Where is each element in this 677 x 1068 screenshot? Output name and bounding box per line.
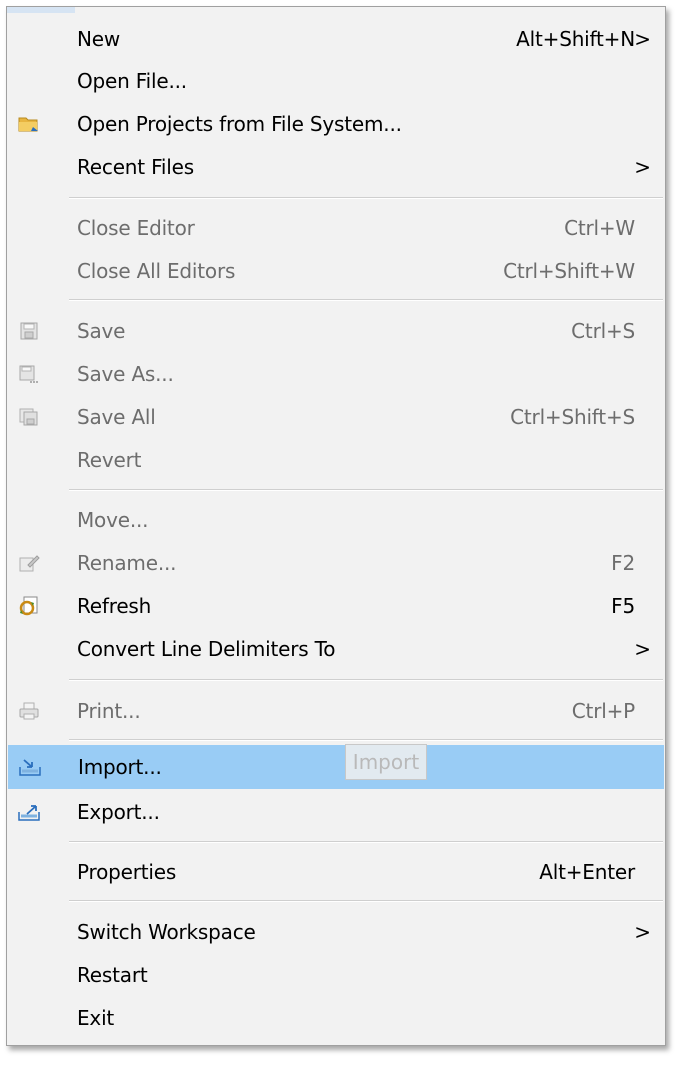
menu-item-shortcut: Ctrl+W [564, 216, 635, 240]
menu-item-shortcut: Alt+Enter [539, 860, 635, 884]
menu-item-shortcut: F2 [611, 551, 635, 575]
menu-item-open-projects[interactable]: Open Projects from File System... [7, 102, 665, 146]
menu-item-close-editor[interactable]: Close Editor Ctrl+W [7, 206, 665, 250]
menu-separator [69, 739, 663, 741]
menu-item-shortcut: Ctrl+P [571, 699, 635, 723]
submenu-arrow-icon: > [634, 27, 651, 51]
menu-item-new[interactable]: New Alt+Shift+N > [7, 17, 665, 61]
menu-item-label: Move... [77, 508, 149, 532]
menu-item-recent-files[interactable]: Recent Files > [7, 145, 665, 189]
submenu-arrow-icon: > [634, 155, 651, 179]
export-icon [17, 801, 41, 823]
menu-separator [69, 197, 663, 199]
rename-icon [17, 552, 41, 574]
menu-item-label: Print... [77, 699, 141, 723]
save-as-icon [17, 363, 41, 385]
menu-item-import[interactable]: Import... [8, 745, 664, 789]
menu-item-shortcut: Ctrl+Shift+W [503, 259, 635, 283]
submenu-arrow-icon: > [634, 637, 651, 661]
menu-item-shortcut: Ctrl+Shift+S [510, 405, 635, 429]
menu-item-shortcut: F5 [611, 594, 635, 618]
menu-item-revert[interactable]: Revert [7, 438, 665, 482]
menu-item-save-all[interactable]: Save All Ctrl+Shift+S [7, 395, 665, 439]
menu-item-export[interactable]: Export... [7, 790, 665, 834]
menu-item-move[interactable]: Move... [7, 498, 665, 542]
menu-item-label: Switch Workspace [77, 920, 256, 944]
menu-item-label: Save As... [77, 362, 174, 386]
menu-item-label: Open Projects from File System... [77, 112, 402, 136]
menu-item-properties[interactable]: Properties Alt+Enter [7, 850, 665, 894]
menu-item-label: Save [77, 319, 126, 343]
menu-item-rename[interactable]: Rename... F2 [7, 541, 665, 585]
menu-separator [69, 299, 663, 301]
menu-item-label: Restart [77, 963, 148, 987]
menu-item-label: Refresh [77, 594, 152, 618]
menu-item-label: Import... [78, 755, 162, 779]
menu-corner-accent [7, 7, 75, 13]
menu-item-label: Properties [77, 860, 177, 884]
menu-item-label: Exit [77, 1006, 115, 1030]
menu-item-open-file[interactable]: Open File... [7, 59, 665, 103]
refresh-icon [17, 595, 41, 617]
menu-item-restart[interactable]: Restart [7, 953, 665, 997]
menu-separator [69, 489, 663, 491]
menu-item-close-all-editors[interactable]: Close All Editors Ctrl+Shift+W [7, 249, 665, 293]
save-all-icon [17, 406, 41, 428]
menu-item-refresh[interactable]: Refresh F5 [7, 584, 665, 628]
menu-item-label: Open File... [77, 69, 187, 93]
menu-item-shortcut: Ctrl+S [571, 319, 635, 343]
menu-item-convert-line-delimiters[interactable]: Convert Line Delimiters To > [7, 627, 665, 671]
menu-item-print[interactable]: Print... Ctrl+P [7, 689, 665, 733]
import-icon [18, 756, 42, 778]
menu-item-label: Rename... [77, 551, 177, 575]
menu-item-shortcut: Alt+Shift+N [516, 27, 635, 51]
menu-item-label: New [77, 27, 121, 51]
submenu-arrow-icon: > [634, 920, 651, 944]
menu-separator [69, 841, 663, 843]
print-icon [17, 700, 41, 722]
menu-item-label: Revert [77, 448, 142, 472]
file-menu: New Alt+Shift+N > Open File... Open Proj… [6, 6, 666, 1046]
folder-icon [17, 113, 41, 135]
menu-item-exit[interactable]: Exit [7, 996, 665, 1040]
menu-item-save-as[interactable]: Save As... [7, 352, 665, 396]
menu-item-label: Save All [77, 405, 156, 429]
menu-item-label: Convert Line Delimiters To [77, 637, 336, 661]
menu-item-save[interactable]: Save Ctrl+S [7, 309, 665, 353]
menu-separator [69, 900, 663, 902]
menu-item-label: Recent Files [77, 155, 194, 179]
import-tooltip: Import [345, 744, 427, 780]
menu-item-switch-workspace[interactable]: Switch Workspace > [7, 910, 665, 954]
save-icon [17, 320, 41, 342]
menu-item-label: Close Editor [77, 216, 195, 240]
menu-separator [69, 679, 663, 681]
menu-item-label: Export... [77, 800, 160, 824]
menu-item-label: Close All Editors [77, 259, 236, 283]
